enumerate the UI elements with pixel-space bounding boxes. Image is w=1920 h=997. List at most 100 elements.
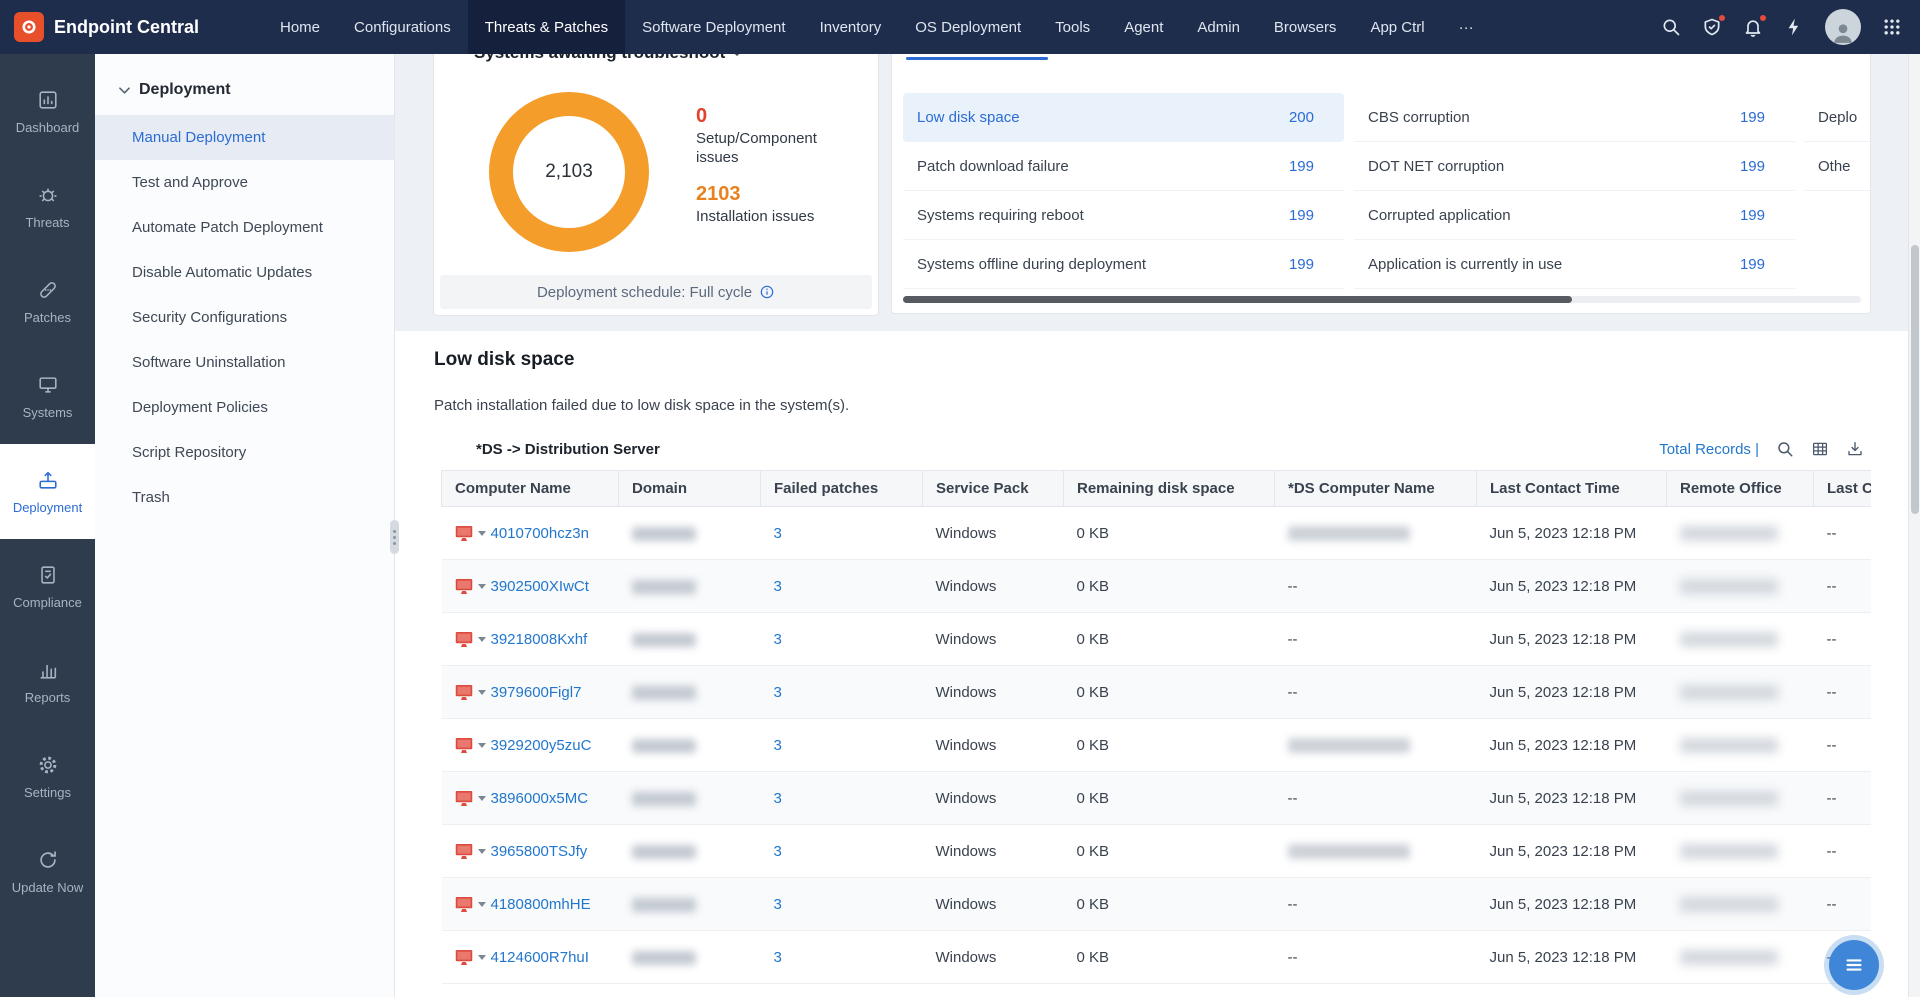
total-records-link[interactable]: Total Records | [1659, 441, 1759, 458]
floating-menu-button[interactable] [1829, 940, 1879, 990]
issue-filter-item[interactable]: Othe [1804, 142, 1871, 191]
nav-item[interactable]: Inventory [803, 0, 899, 54]
issue-filter-item[interactable]: Application is currently in use 199 [1354, 240, 1795, 289]
caret-down-icon[interactable] [478, 637, 486, 642]
sidebar-resize-handle[interactable] [390, 520, 399, 554]
subnav-group-header[interactable]: Deployment [95, 54, 394, 115]
nav-item[interactable]: Software Deployment [625, 0, 802, 54]
col-ds-computer-name[interactable]: *DS Computer Name [1275, 471, 1477, 507]
caret-down-icon[interactable] [478, 690, 486, 695]
security-shield-icon[interactable] [1702, 17, 1722, 37]
sidebar-item[interactable]: Update Now [0, 824, 95, 919]
failed-patches-link[interactable]: 3 [774, 790, 782, 807]
caret-down-icon[interactable] [478, 531, 486, 536]
nav-item[interactable]: App Ctrl [1353, 0, 1441, 54]
sidebar-item[interactable]: Dashboard [0, 64, 95, 159]
col-domain[interactable]: Domain [619, 471, 761, 507]
page-scrollbar-track[interactable] [1908, 54, 1920, 997]
col-remaining-disk-space[interactable]: Remaining disk space [1064, 471, 1275, 507]
subnav-item[interactable]: Software Uninstallation [95, 340, 394, 385]
caret-down-icon[interactable] [478, 584, 486, 589]
user-avatar[interactable] [1825, 9, 1861, 45]
issue-filter-item[interactable]: CBS corruption 199 [1354, 93, 1795, 142]
failed-patches-link[interactable]: 3 [774, 578, 782, 595]
failed-patches-link[interactable]: 3 [774, 631, 782, 648]
issue-filter-item[interactable]: Systems offline during deployment 199 [903, 240, 1344, 289]
computer-name-link[interactable]: 3902500XIwCt [491, 578, 589, 595]
computer-name-link[interactable]: 3896000x5MC [491, 790, 589, 807]
export-download-icon[interactable] [1846, 440, 1864, 458]
column-chooser-icon[interactable] [1811, 440, 1829, 458]
computer-name-link[interactable]: 4180800mhHE [491, 896, 591, 913]
info-icon[interactable] [759, 284, 775, 300]
nav-item[interactable]: Tools [1038, 0, 1107, 54]
subnav-item[interactable]: Disable Automatic Updates [95, 250, 394, 295]
failed-patches-link[interactable]: 3 [774, 896, 782, 913]
computer-name-link[interactable]: 3979600Figl7 [491, 684, 582, 701]
horizontal-scrollbar-thumb[interactable] [903, 296, 1572, 303]
col-last-contact-time[interactable]: Last Contact Time [1477, 471, 1667, 507]
computer-name-link[interactable]: 4124600R7huI [491, 949, 589, 966]
sidebar-item[interactable]: Reports [0, 634, 95, 729]
subnav-item[interactable]: Deployment Policies [95, 385, 394, 430]
issue-filter-item[interactable]: DOT NET corruption 199 [1354, 142, 1795, 191]
subnav-item[interactable]: Security Configurations [95, 295, 394, 340]
sidebar-item[interactable]: Patches [0, 254, 95, 349]
nav-item[interactable]: Admin [1180, 0, 1257, 54]
caret-down-icon[interactable] [478, 849, 486, 854]
col-computer-name[interactable]: Computer Name [442, 471, 619, 507]
quick-actions-bolt-icon[interactable] [1784, 17, 1804, 37]
overview-card-title[interactable]: Systems awaiting troubleshoot [474, 54, 742, 63]
apps-grid-icon[interactable] [1882, 17, 1902, 37]
col-failed-patches[interactable]: Failed patches [761, 471, 923, 507]
nav-item[interactable]: ··· [1442, 0, 1491, 54]
subnav-item[interactable]: Trash [95, 475, 394, 520]
nav-item[interactable]: Threats & Patches [468, 0, 625, 54]
sidebar-item[interactable]: Compliance [0, 539, 95, 634]
caret-down-icon[interactable] [478, 743, 486, 748]
issue-count[interactable]: 199 [1740, 207, 1765, 224]
issue-count[interactable]: 200 [1289, 109, 1314, 126]
stat-value[interactable]: 2103 [696, 183, 846, 205]
sidebar-item[interactable]: Threats [0, 159, 95, 254]
nav-item[interactable]: Browsers [1257, 0, 1354, 54]
issue-count[interactable]: 199 [1289, 207, 1314, 224]
computer-name-link[interactable]: 3965800TSJfy [491, 843, 588, 860]
subnav-item[interactable]: Automate Patch Deployment [95, 205, 394, 250]
subnav-item[interactable]: Manual Deployment [95, 115, 394, 160]
issue-count[interactable]: 199 [1289, 256, 1314, 273]
caret-down-icon[interactable] [478, 902, 486, 907]
issue-filter-item[interactable]: Corrupted application 199 [1354, 191, 1795, 240]
col-remote-office[interactable]: Remote Office [1667, 471, 1814, 507]
col-service-pack[interactable]: Service Pack [923, 471, 1064, 507]
issue-filter-item[interactable]: Systems requiring reboot 199 [903, 191, 1344, 240]
failed-patches-link[interactable]: 3 [774, 525, 782, 542]
issue-filter-item[interactable]: Patch download failure 199 [903, 142, 1344, 191]
search-icon[interactable] [1661, 17, 1681, 37]
table-search-icon[interactable] [1776, 440, 1794, 458]
notifications-bell-icon[interactable] [1743, 17, 1763, 37]
nav-item[interactable]: Configurations [337, 0, 468, 54]
page-scrollbar-thumb[interactable] [1911, 245, 1919, 514]
issue-count[interactable]: 199 [1740, 256, 1765, 273]
failed-patches-link[interactable]: 3 [774, 949, 782, 966]
caret-down-icon[interactable] [478, 955, 486, 960]
issue-count[interactable]: 199 [1289, 158, 1314, 175]
subnav-item[interactable]: Test and Approve [95, 160, 394, 205]
issues-donut-chart[interactable]: 2,103 [489, 92, 649, 252]
issue-count[interactable]: 199 [1740, 109, 1765, 126]
nav-item[interactable]: OS Deployment [898, 0, 1038, 54]
sidebar-item[interactable]: Settings [0, 729, 95, 824]
subnav-item[interactable]: Script Repository [95, 430, 394, 475]
brand[interactable]: Endpoint Central [14, 0, 199, 54]
issue-filter-item[interactable]: Low disk space 200 [903, 93, 1344, 142]
computer-name-link[interactable]: 39218008Kxhf [491, 631, 588, 648]
sidebar-item[interactable]: Systems [0, 349, 95, 444]
failed-patches-link[interactable]: 3 [774, 737, 782, 754]
failed-patches-link[interactable]: 3 [774, 843, 782, 860]
col-last-truncated[interactable]: Last C [1814, 471, 1872, 507]
caret-down-icon[interactable] [478, 796, 486, 801]
sidebar-item[interactable]: Deployment [0, 444, 95, 539]
computer-name-link[interactable]: 3929200y5zuC [491, 737, 592, 754]
failed-patches-link[interactable]: 3 [774, 684, 782, 701]
